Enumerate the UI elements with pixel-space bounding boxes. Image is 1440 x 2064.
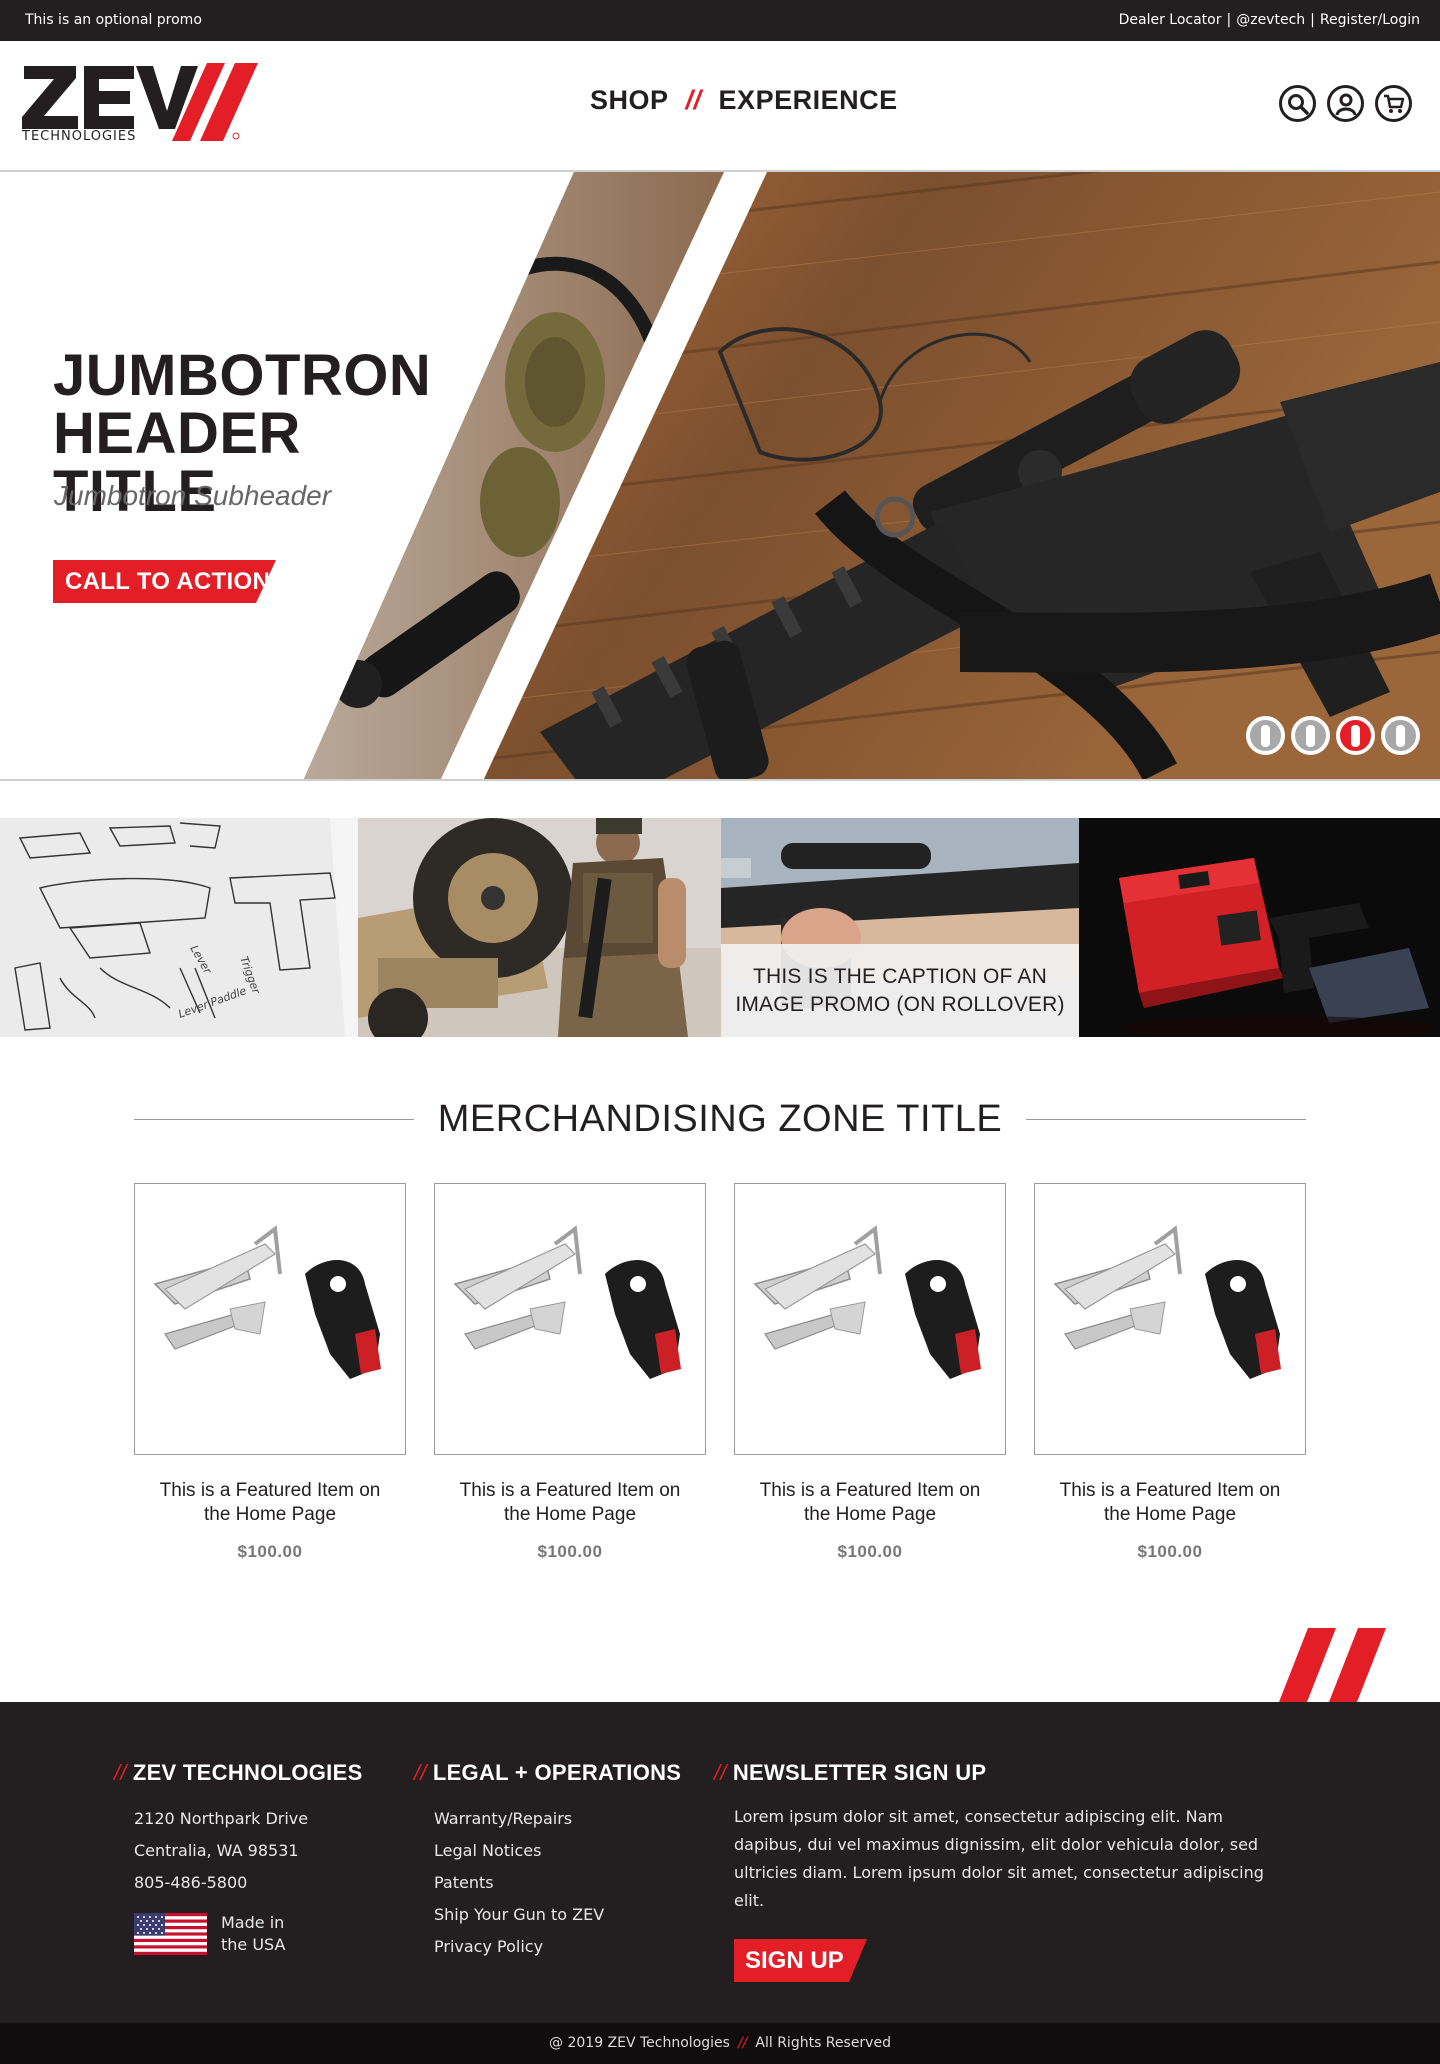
merch-zone-title: MERCHANDISING ZONE TITLE xyxy=(134,1098,1306,1141)
product-image[interactable] xyxy=(434,1183,706,1455)
legal-heading-text: LEGAL + OPERATIONS xyxy=(432,1760,682,1785)
newsletter-heading-text: NEWSLETTER SIGN UP xyxy=(732,1760,987,1785)
promo-tile-rifle-scope[interactable]: THIS IS THE CAPTION OF AN IMAGE PROMO (O… xyxy=(721,818,1079,1037)
footer-col-newsletter: //NEWSLETTER SIGN UP Lorem ipsum dolor s… xyxy=(714,1760,1289,1982)
product-price: $100.00 xyxy=(837,1542,903,1561)
product-name[interactable]: This is a Featured Item on the Home Page xyxy=(134,1479,406,1527)
phone-number: 805-486-5800 xyxy=(134,1873,248,1892)
product-card[interactable]: This is a Featured Item on the Home Page… xyxy=(134,1183,406,1562)
search-icon[interactable] xyxy=(1279,85,1316,122)
nav-shop[interactable]: SHOP xyxy=(590,85,669,116)
footer-heading-legal: //LEGAL + OPERATIONS xyxy=(414,1760,681,1786)
promo-text: This is an optional promo xyxy=(25,12,202,28)
footer-link-patents[interactable]: Patents xyxy=(434,1873,494,1892)
carousel-dot-2[interactable] xyxy=(1291,716,1330,755)
product-name[interactable]: This is a Featured Item on the Home Page xyxy=(734,1479,1006,1527)
promo-tile-caption: THIS IS THE CAPTION OF AN IMAGE PROMO (O… xyxy=(721,944,1079,1037)
footer-link-privacy[interactable]: Privacy Policy xyxy=(434,1937,543,1956)
product-grid: This is a Featured Item on the Home Page… xyxy=(134,1183,1306,1562)
product-card[interactable]: This is a Featured Item on the Home Page… xyxy=(1034,1183,1306,1562)
account-icon[interactable] xyxy=(1327,85,1364,122)
made-line-1: Made in xyxy=(221,1913,285,1932)
carousel-dot-3-active[interactable] xyxy=(1336,716,1375,755)
product-price: $100.00 xyxy=(1137,1542,1203,1561)
utility-separator: | xyxy=(1310,12,1315,28)
cart-icon[interactable] xyxy=(1375,85,1412,122)
merch-title-row: MERCHANDISING ZONE TITLE xyxy=(134,1094,1306,1144)
footer-col-legal: //LEGAL + OPERATIONS Warranty/Repairs Le… xyxy=(414,1760,681,1963)
product-name[interactable]: This is a Featured Item on the Home Page xyxy=(434,1479,706,1527)
copyright-bar: @ 2019 ZEV Technologies // All Rights Rese… xyxy=(0,2023,1440,2064)
copyright-separator: // xyxy=(737,2035,748,2051)
product-image[interactable] xyxy=(1034,1183,1306,1455)
product-card[interactable]: This is a Featured Item on the Home Page… xyxy=(434,1183,706,1562)
product-price: $100.00 xyxy=(237,1542,303,1561)
rights-text: All Rights Reserved xyxy=(755,2035,891,2051)
promo-tile-sketches[interactable]: Lever Trigger Lever Paddle xyxy=(0,818,358,1037)
nav-experience[interactable]: EXPERIENCE xyxy=(719,85,898,116)
caption-line-1: THIS IS THE CAPTION OF AN xyxy=(753,964,1047,988)
product-image[interactable] xyxy=(734,1183,1006,1455)
address-line-2: Centralia, WA 98531 xyxy=(134,1841,299,1860)
cta-label: CALL TO ACTION xyxy=(65,568,271,595)
heading-slashes: // xyxy=(114,1760,127,1785)
made-in-usa: Made in the USA xyxy=(134,1912,363,1956)
call-to-action-button[interactable]: CALL TO ACTION xyxy=(53,560,276,603)
main-nav: SHOP // EXPERIENCE xyxy=(590,85,898,116)
address-line-1: 2120 Northpark Drive xyxy=(134,1809,309,1828)
nav-separator: // xyxy=(685,85,702,115)
company-heading-text: ZEV TECHNOLOGIES xyxy=(132,1760,363,1785)
site-header: TECHNOLOGIES SHOP // EXPERIENCE xyxy=(0,41,1440,172)
product-card[interactable]: This is a Featured Item on the Home Page… xyxy=(734,1183,1006,1562)
dealer-locator-link[interactable]: Dealer Locator xyxy=(1119,12,1222,28)
promo-bar: This is an optional promo Dealer Locator… xyxy=(0,0,1440,41)
sign-up-button[interactable]: SIGN UP xyxy=(734,1939,867,1982)
product-name[interactable]: This is a Featured Item on the Home Page xyxy=(1034,1479,1306,1527)
newsletter-description: Lorem ipsum dolor sit amet, consectetur … xyxy=(734,1807,1264,1910)
site-footer: //ZEV TECHNOLOGIES 2120 Northpark Drive … xyxy=(0,1702,1440,2023)
footer-heading-newsletter: //NEWSLETTER SIGN UP xyxy=(714,1760,1289,1786)
heading-slashes: // xyxy=(714,1760,727,1785)
caption-line-2: IMAGE PROMO (ON ROLLOVER) xyxy=(735,992,1065,1016)
heading-slashes: // xyxy=(414,1760,427,1785)
made-in-usa-text: Made in the USA xyxy=(221,1912,285,1956)
carousel-dot-1[interactable] xyxy=(1246,716,1285,755)
header-icons xyxy=(1279,85,1412,122)
jumbotron-subheader: Jumbotron Subheader xyxy=(54,480,332,511)
utility-separator: | xyxy=(1226,12,1232,28)
carousel-dot-4[interactable] xyxy=(1381,716,1420,755)
us-flag-icon xyxy=(134,1913,207,1955)
utility-links: Dealer Locator | @zevtech | Register/Login xyxy=(1119,12,1420,28)
footer-link-ship-gun[interactable]: Ship Your Gun to ZEV xyxy=(434,1905,604,1924)
copyright-text: @ 2019 ZEV Technologies xyxy=(549,2035,730,2051)
jumbotron: JUMBOTRON HEADER TITLE Jumbotron Subhead… xyxy=(0,172,1440,781)
product-image[interactable] xyxy=(134,1183,406,1455)
footer-link-warranty[interactable]: Warranty/Repairs xyxy=(434,1809,572,1828)
logo-subtitle: TECHNOLOGIES xyxy=(22,129,136,144)
product-price: $100.00 xyxy=(537,1542,603,1561)
promo-tiles: Lever Trigger Lever Paddle THIS IS THE C… xyxy=(0,818,1440,1037)
sign-up-label: SIGN UP xyxy=(745,1947,844,1974)
footer-col-company: //ZEV TECHNOLOGIES 2120 Northpark Drive … xyxy=(114,1760,363,1956)
promo-tile-red-case-pistol[interactable] xyxy=(1079,818,1440,1037)
jumbotron-title-line1: JUMBOTRON xyxy=(53,343,432,408)
footer-heading-company: //ZEV TECHNOLOGIES xyxy=(114,1760,363,1786)
carousel-dots xyxy=(1246,716,1420,755)
promo-tile-soldier-vehicle[interactable] xyxy=(358,818,721,1037)
zev-logo[interactable]: TECHNOLOGIES xyxy=(22,63,262,153)
made-line-2: the USA xyxy=(221,1935,286,1954)
register-login-link[interactable]: Register/Login xyxy=(1320,12,1420,28)
merch-zone-title-text: MERCHANDISING ZONE TITLE xyxy=(413,1098,1027,1140)
footer-link-legal-notices[interactable]: Legal Notices xyxy=(434,1841,541,1860)
social-handle-link[interactable]: @zevtech xyxy=(1236,12,1305,28)
